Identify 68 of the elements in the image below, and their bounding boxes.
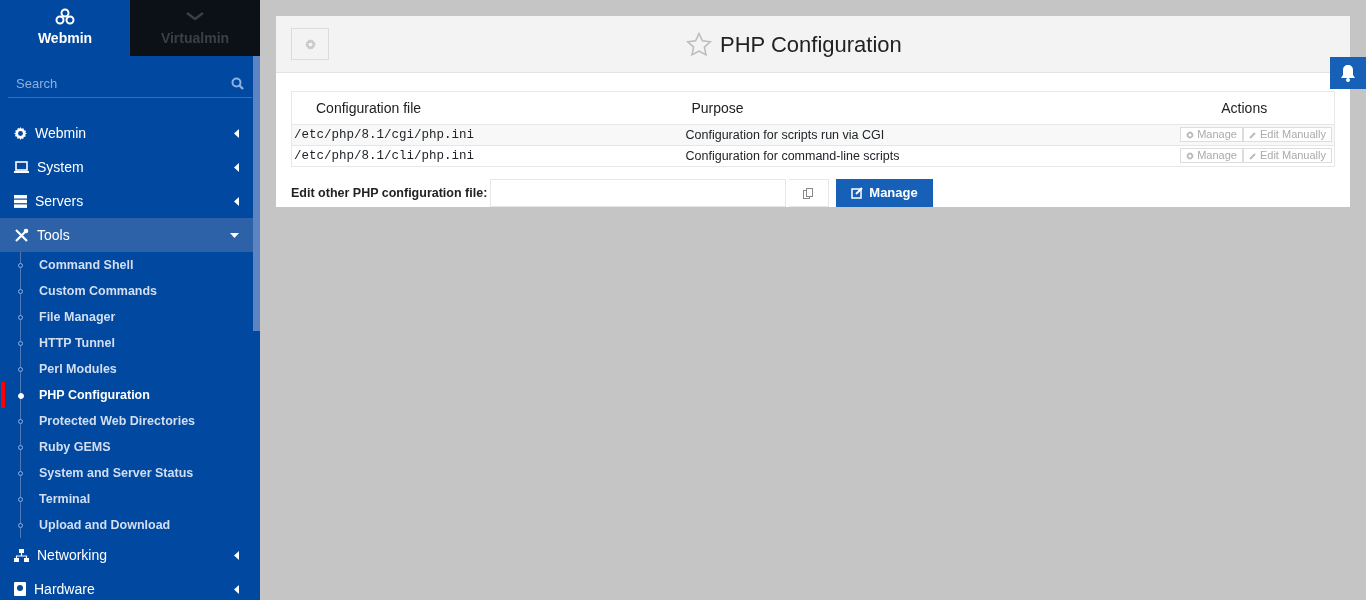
search-field[interactable]: Search — [8, 70, 252, 98]
active-marker — [1, 382, 5, 408]
notification-bell-button[interactable] — [1330, 57, 1366, 89]
table-cell: /etc/php/8.1/cgi/php.ini — [291, 124, 684, 146]
settings-button[interactable] — [291, 28, 329, 60]
menu-category[interactable]: Hardware — [0, 572, 253, 600]
pencil-icon — [1248, 151, 1257, 160]
dot-icon — [18, 523, 23, 528]
gear-icon — [304, 38, 316, 50]
menu-category[interactable]: Webmin — [0, 116, 253, 150]
dot-icon — [18, 419, 23, 424]
caret-left-icon — [234, 128, 239, 138]
gear-icon — [1186, 151, 1195, 160]
caret-down-icon — [230, 232, 239, 238]
submenu-item[interactable]: Upload and Download — [21, 512, 241, 538]
caret-left-icon — [234, 584, 239, 594]
submenu-item[interactable]: Protected Web Directories — [21, 408, 241, 434]
caret-left-icon — [234, 162, 239, 172]
table-cell: Configuration for command-line scripts — [683, 145, 1155, 167]
dot-icon — [18, 497, 23, 502]
menu-category[interactable]: Tools — [0, 218, 253, 252]
active-dot-icon — [18, 393, 24, 399]
submenu-item[interactable]: Custom Commands — [21, 278, 241, 304]
star-icon[interactable] — [686, 32, 712, 57]
column-header: Actions — [1154, 91, 1335, 125]
file-path-field[interactable] — [490, 179, 787, 207]
submenu-item[interactable]: Perl Modules — [21, 356, 241, 382]
page-title: PHP Configuration — [720, 31, 902, 59]
edit-icon — [851, 187, 865, 199]
submenu-item[interactable]: Ruby GEMS — [21, 434, 241, 460]
submenu-item[interactable]: File Manager — [21, 304, 241, 330]
dot-icon — [18, 289, 23, 294]
dot-icon — [18, 471, 23, 476]
dot-icon — [18, 341, 23, 346]
field-label: Edit other PHP configuration file: — [291, 184, 488, 202]
bell-icon — [1340, 64, 1356, 82]
menu-category[interactable]: System — [0, 150, 253, 184]
search-icon — [231, 77, 244, 90]
gear-icon — [14, 126, 27, 140]
logo-icon — [55, 7, 75, 26]
tools-icon — [14, 227, 29, 243]
copy-icon — [803, 187, 815, 199]
dot-icon — [18, 445, 23, 450]
manage-button[interactable]: Manage — [836, 179, 933, 207]
menu-category[interactable]: Servers — [0, 184, 253, 218]
scrollbar-thumb[interactable] — [253, 56, 260, 331]
column-header: Configuration file — [291, 91, 684, 125]
submenu-item[interactable]: System and Server Status — [21, 460, 241, 486]
submenu-item[interactable]: HTTP Tunnel — [21, 330, 241, 356]
caret-left-icon — [234, 196, 239, 206]
gear-icon — [1186, 130, 1195, 139]
submenu-item[interactable]: PHP Configuration — [21, 382, 241, 408]
search-input[interactable]: Search — [16, 73, 231, 94]
dot-icon — [18, 315, 23, 320]
server-icon — [14, 194, 27, 208]
laptop-icon — [14, 161, 29, 173]
column-header: Purpose — [683, 91, 1155, 125]
submenu-item[interactable]: Command Shell — [21, 252, 241, 278]
dot-icon — [18, 367, 23, 372]
network-icon — [14, 548, 29, 562]
menu-category[interactable]: Networking — [0, 538, 253, 572]
submenu-item[interactable]: Terminal — [21, 486, 241, 512]
caret-left-icon — [234, 550, 239, 560]
dot-icon — [18, 263, 23, 268]
file-chooser-button[interactable] — [789, 179, 830, 207]
table-cell: Configuration for scripts run via CGI — [683, 124, 1155, 146]
table-cell: /etc/php/8.1/cli/php.ini — [291, 145, 684, 167]
pencil-icon — [1248, 130, 1257, 139]
